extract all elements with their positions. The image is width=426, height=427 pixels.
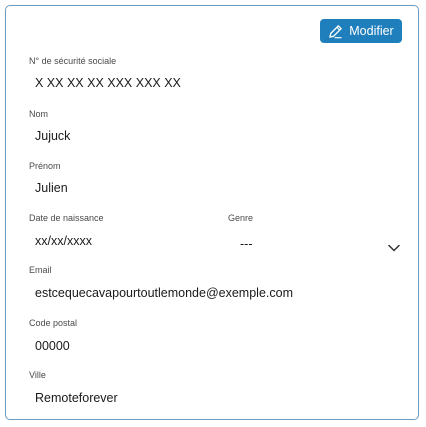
chevron-down-icon [388, 239, 400, 257]
ville-label: Ville [29, 370, 46, 380]
postal-code-value: 00000 [35, 339, 70, 353]
pencil-icon [328, 24, 343, 39]
nom-label: Nom [29, 109, 49, 119]
ville-value: Remoteforever [35, 391, 118, 405]
prenom-label: Prénom [29, 161, 61, 171]
ssn-value: X XX XX XX XXX XXX XX [35, 76, 181, 90]
genre-select[interactable]: --- [234, 232, 404, 256]
email-value: estcequecavapourtoutlemonde@exemple.com [35, 286, 293, 300]
profile-card: Modifier N° de sécurité sociale X XX XX … [5, 5, 419, 420]
birthdate-label: Date de naissance [29, 213, 104, 223]
email-label: Email [29, 265, 52, 275]
genre-value: --- [240, 237, 253, 251]
edit-button-label: Modifier [349, 24, 394, 38]
postal-code-label: Code postal [29, 318, 78, 328]
nom-value: Jujuck [35, 129, 71, 143]
edit-button[interactable]: Modifier [320, 19, 402, 43]
ssn-label: N° de sécurité sociale [29, 56, 117, 66]
birthdate-value: xx/xx/xxxx [35, 234, 92, 248]
prenom-value: Julien [35, 181, 68, 195]
genre-label: Genre [228, 213, 254, 223]
